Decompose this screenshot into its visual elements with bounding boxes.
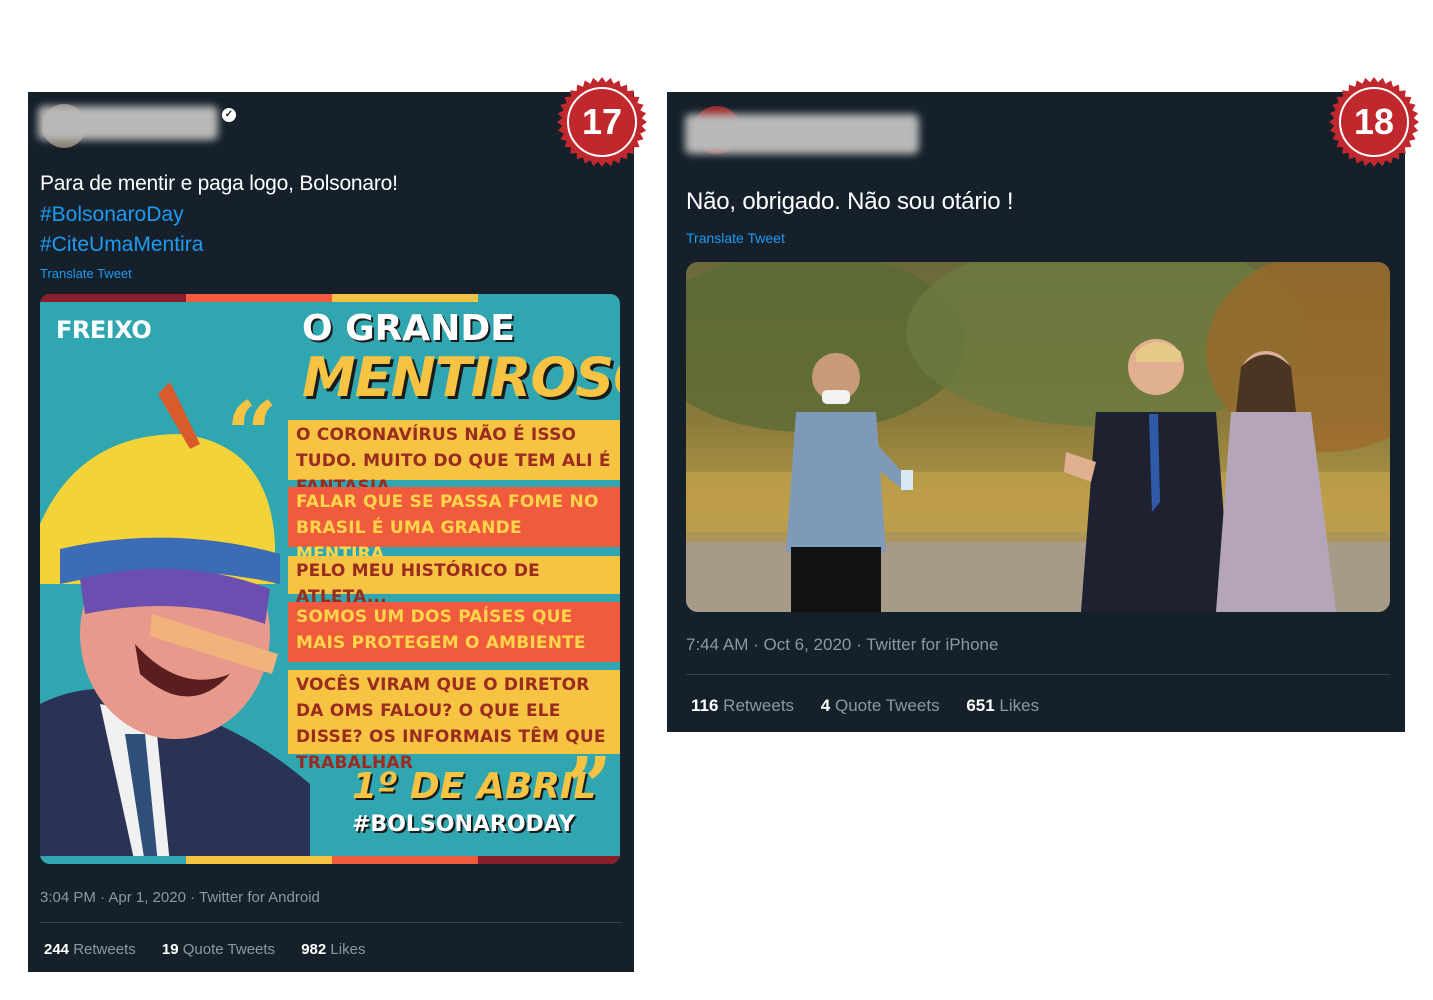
poster-image[interactable]: FREIXO O GRANDE MENTIROSO “ O CORONAVÍRU… xyxy=(40,294,620,864)
tweet-timestamp[interactable]: 3:04 PM · Apr 1, 2020 · Twitter for Andr… xyxy=(40,889,320,906)
poster-quote: O CORONAVÍRUS NÃO É ISSO TUDO. MUITO DO … xyxy=(288,420,620,497)
quote-tweets-stat[interactable]: 19 Quote Tweets xyxy=(162,941,275,958)
photo-scene xyxy=(686,262,1390,612)
verified-icon: ✓ xyxy=(222,108,236,122)
cartoon-illustration xyxy=(40,382,310,864)
translate-tweet-link[interactable]: Translate Tweet xyxy=(40,266,132,281)
tweet-stats: 244 Retweets 19 Quote Tweets 982 Likes xyxy=(44,941,387,958)
likes-stat[interactable]: 651 Likes xyxy=(966,696,1039,715)
number-badge: 18 xyxy=(1328,76,1420,168)
likes-stat[interactable]: 982 Likes xyxy=(301,941,365,958)
poster-hashtag: #BOLSONARODAY xyxy=(352,812,575,837)
hashtag-link[interactable]: #CiteUmaMentira xyxy=(40,233,203,257)
tweet-photo[interactable] xyxy=(686,262,1390,612)
poster-quote: SOMOS UM DOS PAÍSES QUE MAIS PROTEGEM O … xyxy=(288,602,620,662)
poster-stripe xyxy=(186,294,332,302)
badge-number: 18 xyxy=(1353,101,1395,142)
poster-quote: PELO MEU HISTÓRICO DE ATLETA... xyxy=(288,556,620,607)
poster-stripe xyxy=(478,294,620,302)
redacted-username xyxy=(685,114,919,154)
close-quote-icon: ” xyxy=(566,739,613,833)
hashtag-link[interactable]: #BolsonaroDay xyxy=(40,203,184,227)
tweet-text: Para de mentir e paga logo, Bolsonaro! xyxy=(40,172,398,195)
divider xyxy=(40,922,622,923)
poster-stripe xyxy=(40,294,186,302)
redacted-username xyxy=(38,106,218,140)
divider xyxy=(686,674,1390,675)
poster-stripe xyxy=(186,856,332,864)
poster-stripe xyxy=(332,294,478,302)
poster-quote: FALAR QUE SE PASSA FOME NO BRASIL É UMA … xyxy=(288,487,620,564)
translate-tweet-link[interactable]: Translate Tweet xyxy=(686,230,785,246)
poster-stripe xyxy=(478,856,620,864)
poster-brand: FREIXO xyxy=(56,316,152,344)
number-badge: 17 xyxy=(556,76,648,168)
quote-tweets-stat[interactable]: 4 Quote Tweets xyxy=(821,696,940,715)
poster-stripe xyxy=(40,856,186,864)
poster-stripe xyxy=(332,856,478,864)
poster-headline-top: O GRANDE xyxy=(302,308,515,349)
retweets-stat[interactable]: 244 Retweets xyxy=(44,941,136,958)
poster-date: 1º DE ABRIL xyxy=(352,766,597,807)
poster-headline-main: MENTIROSO xyxy=(302,346,620,409)
tweet-text: Não, obrigado. Não sou otário ! xyxy=(686,188,1014,215)
tweet-card-17: ✓ Para de mentir e paga logo, Bolsonaro!… xyxy=(28,92,634,972)
tweet-card-18: Não, obrigado. Não sou otário ! Translat… xyxy=(667,92,1405,732)
tweet-timestamp[interactable]: 7:44 AM · Oct 6, 2020 · Twitter for iPho… xyxy=(686,635,998,655)
retweets-stat[interactable]: 116 Retweets xyxy=(691,696,794,715)
badge-number: 17 xyxy=(581,101,623,142)
tweet-stats: 116 Retweets 4 Quote Tweets 651 Likes xyxy=(691,696,1061,716)
